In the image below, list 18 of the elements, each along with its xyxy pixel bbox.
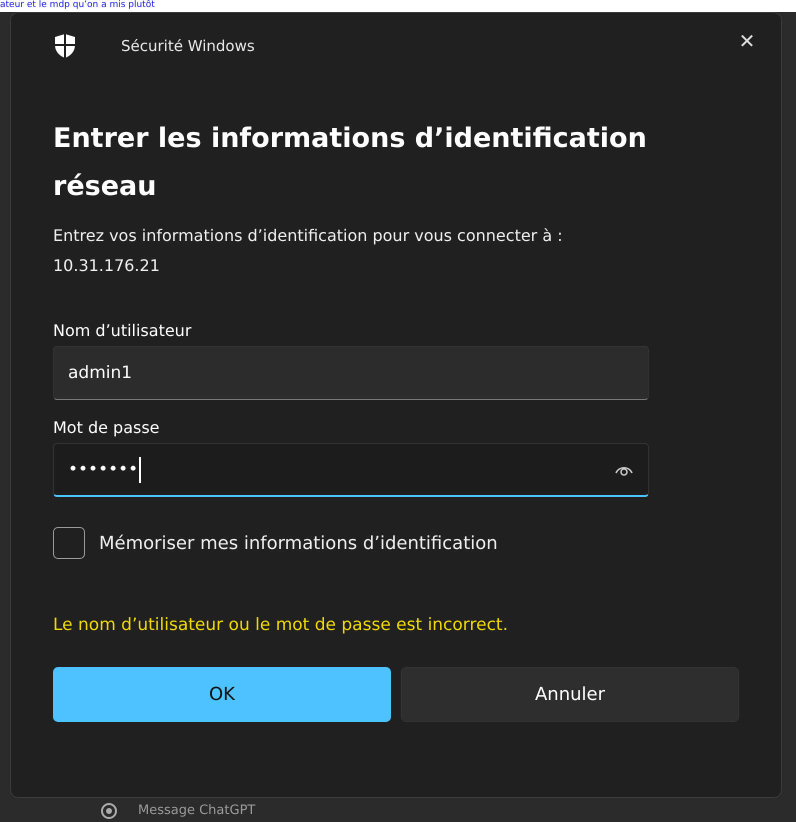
app-name: Sécurité Windows — [121, 37, 255, 55]
shield-icon — [53, 33, 77, 59]
link-text[interactable]: ateur et le mdp qu’on a mis plutôt — [0, 0, 155, 11]
ok-button[interactable]: OK — [53, 667, 391, 722]
username-field[interactable]: admin1 — [53, 346, 649, 400]
checkbox-label: Mémoriser mes informations d’identification — [99, 532, 498, 554]
menu-item[interactable]: Message ChatGPT — [138, 803, 256, 819]
dialog-title: Entrer les informations d’identification réseau — [53, 122, 648, 204]
message-text: Entrez vos informations d’identification pour vous connecter à : — [53, 225, 564, 247]
error-message: Le nom d’utilisateur ou le mot de passe est incorrect. — [53, 615, 509, 635]
field-label: Nom d’utilisateur — [53, 321, 192, 340]
field-label: Mot de passe — [53, 418, 161, 437]
password-field[interactable]: ••••••• — [53, 443, 649, 497]
host-address: 10.31.176.21 — [53, 255, 161, 277]
cancel-button[interactable]: Annuler — [401, 667, 739, 722]
circle-icon — [100, 802, 118, 820]
close-button[interactable]: ✕ — [727, 25, 767, 57]
checkbox[interactable] — [53, 527, 85, 559]
